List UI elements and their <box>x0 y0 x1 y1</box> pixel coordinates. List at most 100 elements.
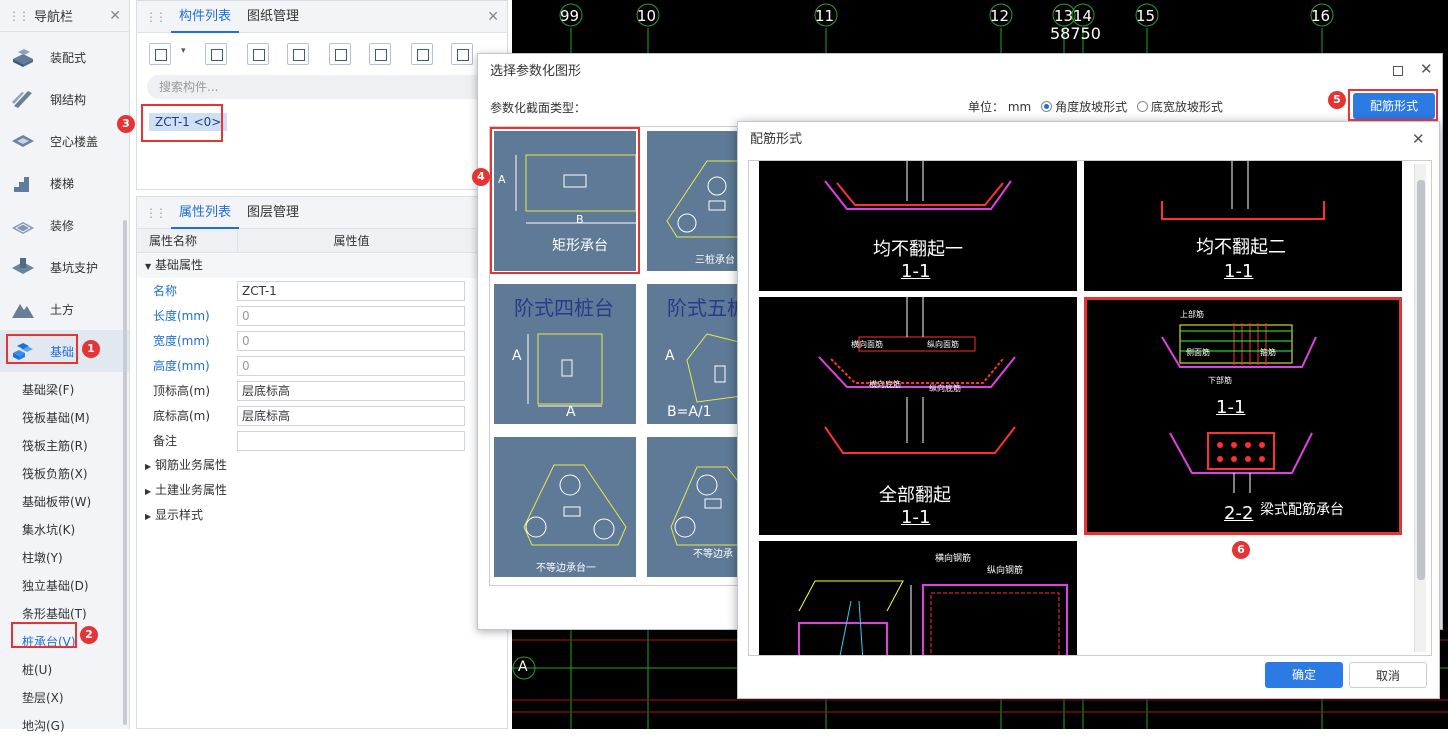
property-value-input[interactable]: 0 <box>237 305 465 326</box>
chevron-down-icon: ▼ <box>145 262 152 271</box>
nav-item-prefab[interactable]: 装配式 <box>0 36 129 78</box>
tab-drawing-management[interactable]: 图纸管理 <box>239 1 307 33</box>
thumb-dim-label: B=A/1 <box>667 404 712 420</box>
rebar-option-all-bent[interactable]: 横向面筋 纵向面筋 横向底筋 纵向底筋 全部翻起 1-1 <box>759 297 1077 535</box>
thumb-label: 不等边承台一 <box>536 563 596 574</box>
thumb-unequal-cap-2[interactable]: 不等边承 <box>647 437 738 577</box>
tab-property-list[interactable]: 属性列表 <box>171 197 240 229</box>
annotation-box-component <box>141 104 223 142</box>
property-value-input[interactable]: 层底标高 <box>237 380 465 401</box>
cancel-button[interactable]: 取消 <box>1349 662 1427 688</box>
group-basic-properties[interactable]: ▼ 基础属性 <box>137 253 507 278</box>
navigation-title: 导航栏 <box>34 10 74 25</box>
drag-handle-icon[interactable]: ⋮⋮ <box>8 9 30 23</box>
nav-scrollbar[interactable] <box>123 220 127 725</box>
property-value-input[interactable]: ZCT-1 <box>237 280 465 301</box>
nav-item-steel[interactable]: 钢结构 <box>0 78 129 120</box>
group-civil-properties[interactable]: ▶ 土建业务属性 <box>137 478 507 503</box>
navigation-panel: ⋮⋮ 导航栏 ✕ 装配式 钢结构 空心楼盖 楼梯 装修 基坑支护 土方 基础 基… <box>0 0 130 733</box>
nav-subitem-raft-main-rebar[interactable]: 筏板主筋(R) <box>0 432 129 460</box>
chevron-right-icon: ▶ <box>145 462 152 471</box>
maximize-icon[interactable] <box>1393 66 1403 76</box>
rebar-option-uniform-2[interactable]: 均不翻起二 1-1 <box>1084 161 1402 291</box>
nav-subitem-raft-neg-rebar[interactable]: 筏板负筋(X) <box>0 460 129 488</box>
duplicate-icon[interactable] <box>287 43 309 65</box>
nav-subitem-column-pier[interactable]: 柱墩(Y) <box>0 544 129 572</box>
thumb-stepped-five-pile[interactable]: 阶式五桩 A B=A/1 <box>647 284 739 424</box>
nav-subitem-slab-strip[interactable]: 基础板带(W) <box>0 488 129 516</box>
thumb-label: 阶式五桩 <box>667 296 739 320</box>
property-tab-bar: ⋮⋮ 属性列表 图层管理 <box>137 197 507 229</box>
nav-item-hollow-floor[interactable]: 空心楼盖 <box>0 120 129 162</box>
property-key: 顶标高(m) <box>153 384 211 398</box>
thumb-unequal-cap-1[interactable]: 不等边承台一 <box>494 437 636 577</box>
new-component-icon[interactable] <box>149 43 171 65</box>
nav-subitem-isolated-footing[interactable]: 独立基础(D) <box>0 572 129 600</box>
annotation-box-foundation <box>6 334 78 364</box>
property-value-input[interactable]: 0 <box>237 355 465 376</box>
radio-angle-label: 角度放坡形式 <box>1055 100 1128 114</box>
step-badge: 1 <box>82 340 100 358</box>
axis-label: 99 <box>560 7 580 25</box>
section-type-label: 参数化截面类型： <box>490 101 587 115</box>
tab-layer-management[interactable]: 图层管理 <box>239 197 307 229</box>
drag-handle-icon[interactable]: ⋮⋮ <box>145 206 167 220</box>
chevron-down-icon[interactable]: ▾ <box>181 46 186 56</box>
step-badge: 6 <box>1232 541 1250 559</box>
nav-subitem-sump[interactable]: 集水坑(K) <box>0 516 129 544</box>
group-display-style[interactable]: ▶ 显示样式 <box>137 503 507 528</box>
property-table-header: 属性名称 属性值 <box>137 229 507 253</box>
rebar-option-partial[interactable]: 横向钢筋 纵向钢筋 <box>759 541 1077 655</box>
axis-label: 12 <box>990 7 1010 25</box>
annotation-box-pile-cap <box>11 622 77 648</box>
list-icon[interactable] <box>451 43 473 65</box>
delete-icon[interactable] <box>247 43 269 65</box>
property-value-input[interactable]: 层底标高 <box>237 405 465 426</box>
drag-handle-icon[interactable]: ⋮⋮ <box>145 10 167 24</box>
thumb-dim-label: A <box>512 348 522 364</box>
nav-subitem-raft[interactable]: 筏板基础(M) <box>0 404 129 432</box>
ok-button[interactable]: 确定 <box>1265 662 1343 688</box>
nav-item-label: 楼梯 <box>50 176 75 191</box>
property-row-name: 名称 ZCT-1 <box>137 278 507 303</box>
dialog-scrollbar[interactable] <box>1414 164 1426 652</box>
rebar-annotation: 横向底筋 <box>869 380 901 389</box>
nav-subitem-foundation-beam[interactable]: 基础梁(F) <box>0 376 129 404</box>
nav-item-decoration[interactable]: 装修 <box>0 204 129 246</box>
radio-width-slope[interactable] <box>1136 101 1148 112</box>
nav-subitem-pile[interactable]: 桩(U) <box>0 656 129 684</box>
filter-icon[interactable] <box>411 43 433 65</box>
close-icon[interactable]: ✕ <box>487 9 499 25</box>
close-icon[interactable]: ✕ <box>1412 130 1425 148</box>
nav-subitem-trench[interactable]: 地沟(G) <box>0 712 129 740</box>
property-value-input[interactable]: 0 <box>237 330 465 351</box>
nav-subitem-cushion[interactable]: 垫层(X) <box>0 684 129 712</box>
nav-item-stairs[interactable]: 楼梯 <box>0 162 129 204</box>
step-badge: 4 <box>472 168 490 186</box>
group-label: 钢筋业务属性 <box>154 458 227 472</box>
edit-icon[interactable] <box>369 43 391 65</box>
property-key: 名称 <box>153 284 178 298</box>
nav-item-earthwork[interactable]: 土方 <box>0 288 129 330</box>
copy-icon[interactable] <box>205 43 227 65</box>
dialog-title: 配筋形式 <box>750 132 803 147</box>
property-key: 高度(mm) <box>153 359 210 373</box>
close-icon[interactable]: ✕ <box>1420 60 1433 78</box>
thumb-three-pile-cap[interactable]: 三桩承台 <box>647 131 738 271</box>
pit-support-icon <box>10 256 36 278</box>
layer-copy-icon[interactable] <box>329 43 351 65</box>
component-search-input[interactable]: 搜索构件... <box>147 75 499 99</box>
radio-angle-slope[interactable] <box>1041 101 1053 112</box>
axis-label: 16 <box>1311 7 1331 25</box>
rebar-option-beam-cap[interactable]: 上部筋 侧面筋 箍筋 下部筋 1-1 2-2 梁式配筋承台 <box>1084 297 1402 535</box>
scroll-thumb[interactable] <box>1417 180 1425 580</box>
close-icon[interactable]: ✕ <box>109 8 121 24</box>
property-row-length: 长度(mm) 0 <box>137 303 507 328</box>
group-rebar-properties[interactable]: ▶ 钢筋业务属性 <box>137 453 507 478</box>
thumb-stepped-four-pile[interactable]: 阶式四桩台 A A <box>494 284 636 424</box>
tab-component-list[interactable]: 构件列表 <box>171 1 240 33</box>
rebar-option-uniform-1[interactable]: 均不翻起一 1-1 <box>759 161 1077 291</box>
property-row-height: 高度(mm) 0 <box>137 353 507 378</box>
property-value-input[interactable] <box>237 430 465 451</box>
nav-item-pit-support[interactable]: 基坑支护 <box>0 246 129 288</box>
